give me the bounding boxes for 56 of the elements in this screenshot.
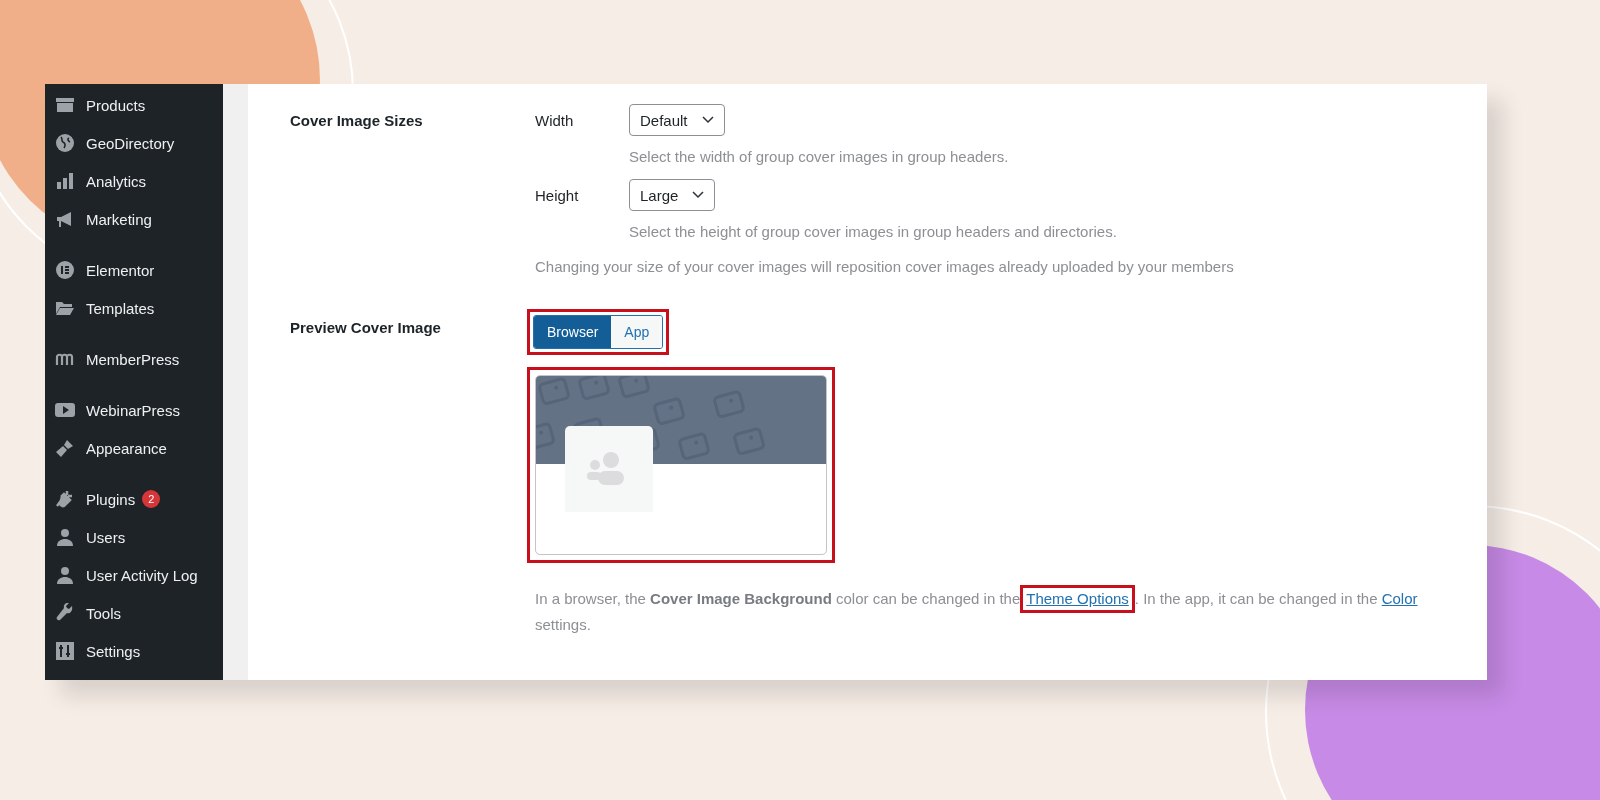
bars-icon xyxy=(55,171,75,191)
sidebar-item[interactable]: Settings xyxy=(45,632,223,670)
dropdown[interactable]: Default xyxy=(629,104,725,136)
sidebar-item[interactable]: MemberPress xyxy=(45,340,223,378)
section-title: Cover Image Sizes xyxy=(290,111,424,131)
sidebar-item[interactable]: WebinarPress xyxy=(45,391,223,429)
theme-options-link[interactable]: Theme Options xyxy=(1026,590,1129,607)
sidebar-item-label: Settings xyxy=(86,642,141,660)
sidebar-item-label: Templates xyxy=(86,299,155,317)
sidebar-item-label: MemberPress xyxy=(86,350,180,368)
sidebar-item-label: GeoDirectory xyxy=(86,134,175,152)
globe-icon xyxy=(55,133,75,153)
wrench-icon xyxy=(55,603,75,623)
field-label: Height xyxy=(535,186,580,204)
sidebar-item[interactable]: Plugins 2 xyxy=(45,480,223,518)
color-link[interactable]: Color xyxy=(1381,590,1418,607)
chevron-down-icon xyxy=(692,191,705,199)
section-title: Preview Cover Image xyxy=(290,318,442,338)
sidebar-item[interactable]: GeoDirectory xyxy=(45,124,223,162)
sidebar-item[interactable]: User Activity Log xyxy=(45,556,223,594)
dropdown[interactable]: Large xyxy=(629,179,716,211)
sidebar-item[interactable]: Marketing xyxy=(45,200,223,238)
chevron-down-icon xyxy=(701,116,714,124)
sidebar-item[interactable]: Users xyxy=(45,518,223,556)
sidebar-item[interactable]: Elementor xyxy=(45,251,223,289)
person-icon xyxy=(55,565,75,585)
sidebar-item[interactable]: Tools xyxy=(45,594,223,632)
sidebar-item-label: Analytics xyxy=(86,172,147,190)
sidebar-item-label: WebinarPress xyxy=(86,401,180,419)
play-icon xyxy=(55,400,75,420)
toggle-option[interactable]: App xyxy=(611,316,663,348)
sidebar-item-label: Appearance xyxy=(86,439,167,457)
help-text: Changing your size of your cover images will reposition cover images already uploaded by your members xyxy=(535,258,1235,275)
sidebar-item-label: User Activity Log xyxy=(86,566,198,584)
sidebar-item-label: Tools xyxy=(86,604,122,622)
brush-icon xyxy=(55,438,75,458)
toggle-option[interactable]: Browser xyxy=(534,316,612,348)
help-text: Select the height of group cover images in group headers and directories. xyxy=(629,223,1118,240)
field-label: Width xyxy=(535,111,575,129)
sidebar-item-label: Elementor xyxy=(86,261,155,279)
plug-icon xyxy=(55,489,75,509)
sidebar-item-label: Plugins xyxy=(86,490,136,508)
sidebar-item-label: Users xyxy=(86,528,126,546)
help-paragraph: In a browser, the Cover Image Background color can be changed in the Theme Options . In the app, it can be changed in the Color settings. xyxy=(535,585,1435,637)
person-icon xyxy=(55,527,75,547)
sliders-icon xyxy=(55,641,75,661)
sidebar-item[interactable]: Appearance xyxy=(45,429,223,467)
update-count-badge: 2 xyxy=(142,490,161,508)
ecircle-icon xyxy=(55,260,75,280)
sidebar-item-label: Marketing xyxy=(86,210,152,228)
help-text: Select the width of group cover images in group headers. xyxy=(629,148,1010,165)
box-icon xyxy=(55,95,75,115)
sidebar-item[interactable]: Templates xyxy=(45,289,223,327)
sidebar-item[interactable]: Analytics xyxy=(45,162,223,200)
sidebar-item-label: Products xyxy=(86,96,146,114)
sidebar-item[interactable]: Products xyxy=(45,86,223,124)
